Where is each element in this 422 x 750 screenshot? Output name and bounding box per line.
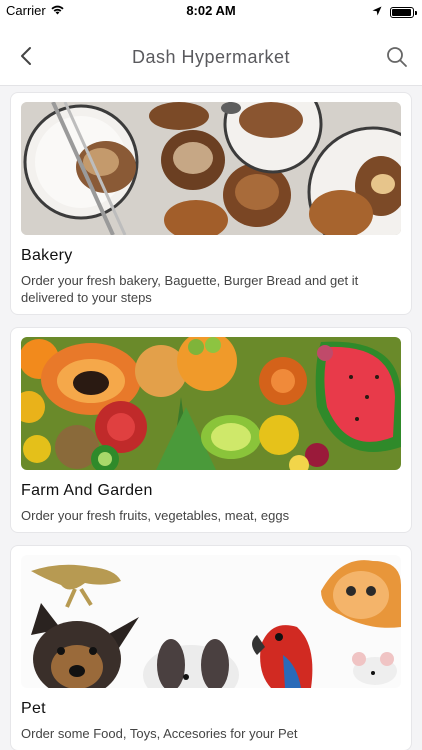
category-description: Order some Food, Toys, Accesories for yo… (21, 726, 298, 741)
search-button[interactable] (384, 44, 410, 70)
category-title: Bakery (21, 247, 73, 264)
status-time: 8:02 AM (186, 3, 236, 18)
search-icon (387, 47, 407, 67)
category-title: Pet (21, 700, 46, 717)
status-bar: Carrier 8:02 AM (0, 0, 422, 22)
chevron-left-icon (21, 47, 31, 65)
bakery-image (21, 102, 401, 235)
status-right (372, 3, 417, 21)
battery-level (392, 8, 411, 16)
category-list: Bakery Order your fresh bakery, Baguette… (10, 92, 412, 750)
category-description: Order your fresh fruits, vegetables, mea… (21, 508, 290, 523)
fruits-image (21, 337, 401, 470)
pets-image (21, 555, 401, 688)
category-card-pet[interactable]: Pet Order some Food, Toys, Accesories fo… (10, 545, 412, 750)
navigation-bar: Dash Hypermarket (0, 22, 422, 86)
category-description: Order your fresh bakery, Baguette, Burge… (21, 273, 359, 305)
battery-icon (390, 6, 417, 18)
back-button[interactable] (12, 42, 40, 70)
page-title: Dash Hypermarket (131, 47, 291, 67)
category-title: Farm And Garden (21, 482, 153, 499)
category-card-bakery[interactable]: Bakery Order your fresh bakery, Baguette… (10, 92, 412, 315)
category-card-farm-and-garden[interactable]: Farm And Garden Order your fresh fruits,… (10, 327, 412, 533)
location-arrow-icon (372, 3, 382, 21)
